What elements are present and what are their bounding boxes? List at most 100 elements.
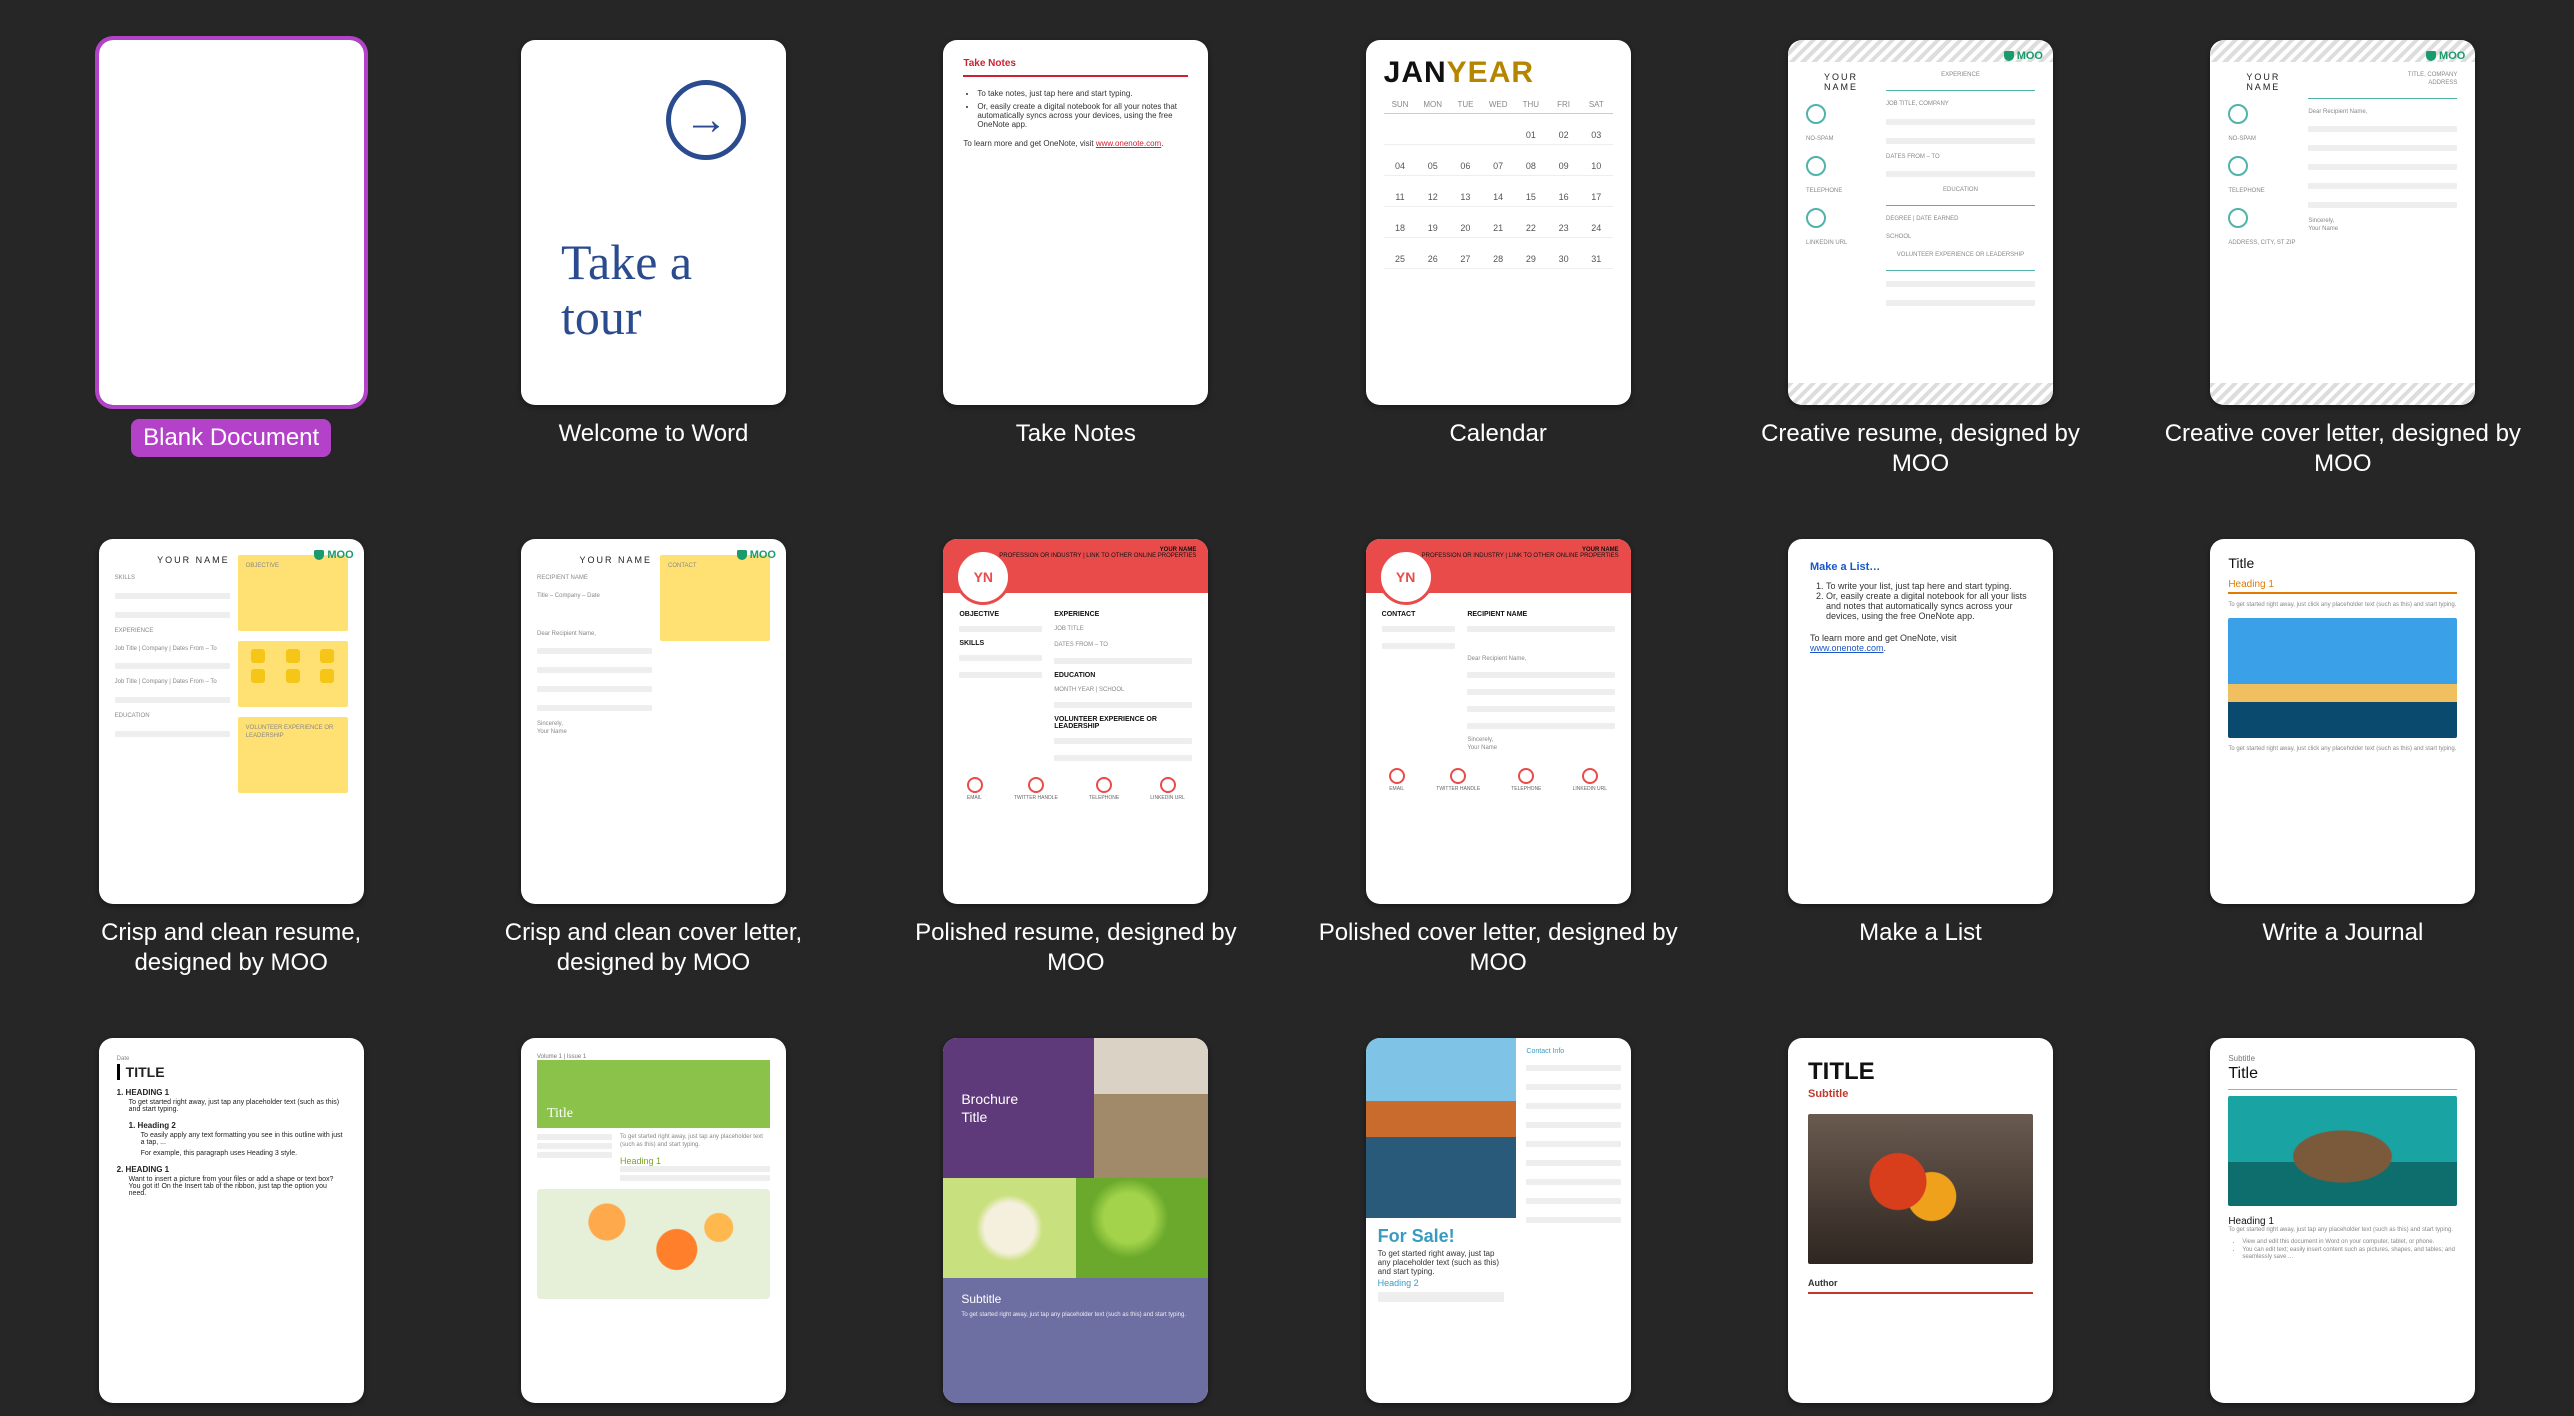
template-label: Blank Document: [131, 419, 331, 457]
flyer-image: [1366, 1038, 1517, 1218]
calendar-day: [1416, 126, 1449, 145]
calendar-dow: MON: [1416, 100, 1449, 114]
template-label: Polished resume, designed by MOO: [896, 918, 1256, 978]
template-label: Take Notes: [1016, 419, 1136, 449]
calendar-year: YEAR: [1447, 56, 1534, 89]
moo-logo-icon: MOO: [2004, 50, 2043, 62]
template-paper-cover-toc[interactable]: TITLE Subtitle Author Paper with Cover a…: [1720, 1038, 2120, 1416]
template-thumb: MOO YOUR NAME NO-SPAM TELEPHONE ADDRESS,…: [2210, 40, 2475, 405]
template-thumb: Date TITLE 1. HEADING 1 To get started r…: [99, 1038, 364, 1403]
arrow-right-icon: →: [666, 80, 746, 160]
onenote-link: www.onenote.com: [1810, 643, 1884, 653]
template-blank-document[interactable]: Blank Document: [31, 40, 431, 479]
template-write-a-journal[interactable]: Title Heading 1 To get started right awa…: [2143, 539, 2543, 978]
template-crisp-resume-moo[interactable]: MOO YOUR NAME SKILLS EXPERIENCE Job Titl…: [31, 539, 431, 978]
template-polished-cover-moo[interactable]: MOO YN YOUR NAME PROFESSION OR INDUSTRY …: [1298, 539, 1698, 978]
template-gallery: Blank Document → Take atour Welcome to W…: [0, 0, 2574, 1416]
calendar-day: 15: [1515, 188, 1548, 207]
template-label: Welcome to Word: [559, 419, 749, 449]
calendar-day: 11: [1384, 188, 1417, 207]
template-newsletter[interactable]: Volume 1 | Issue 1 Title To get started …: [453, 1038, 853, 1416]
brochure-image: [1076, 1178, 1209, 1278]
calendar-day: 06: [1449, 157, 1482, 176]
template-make-a-list[interactable]: Make a List… To write your list, just ta…: [1720, 539, 2120, 978]
template-polished-resume-moo[interactable]: MOO YN YOUR NAME PROFESSION OR INDUSTRY …: [876, 539, 1276, 978]
calendar-day: 01: [1515, 126, 1548, 145]
template-thumb: JANYEAR SUNMONTUEWEDTHUFRISAT01020304050…: [1366, 40, 1631, 405]
papercover-image: [1808, 1114, 2033, 1264]
calendar-day: [1482, 126, 1515, 145]
template-thumb: For Sale! To get started right away, jus…: [1366, 1038, 1631, 1403]
calendar-dow: TUE: [1449, 100, 1482, 114]
template-flyer[interactable]: For Sale! To get started right away, jus…: [1298, 1038, 1698, 1416]
calendar-day: [1449, 126, 1482, 145]
calendar-day: 19: [1416, 219, 1449, 238]
calendar-day: 25: [1384, 250, 1417, 269]
template-create-an-outline[interactable]: Date TITLE 1. HEADING 1 To get started r…: [31, 1038, 431, 1416]
calendar-grid: SUNMONTUEWEDTHUFRISAT0102030405060708091…: [1384, 100, 1613, 269]
calendar-day: 10: [1580, 157, 1613, 176]
template-label: Polished cover letter, designed by MOO: [1318, 918, 1678, 978]
takenotes-bullet: To take notes, just tap here and start t…: [977, 89, 1188, 98]
brochure-image: [943, 1178, 1076, 1278]
template-thumb: Brochure Title Subtitle To get started r…: [943, 1038, 1208, 1403]
template-label: Crisp and clean cover letter, designed b…: [473, 918, 833, 978]
template-thumb: Volume 1 | Issue 1 Title To get started …: [521, 1038, 786, 1403]
template-label: Creative resume, designed by MOO: [1740, 419, 2100, 479]
template-thumb: [99, 40, 364, 405]
calendar-day: 08: [1515, 157, 1548, 176]
calendar-month: JAN: [1384, 56, 1447, 89]
calendar-day: 29: [1515, 250, 1548, 269]
template-thumb: MOO YN YOUR NAME PROFESSION OR INDUSTRY …: [1366, 539, 1631, 904]
calendar-day: 12: [1416, 188, 1449, 207]
template-label: Creative cover letter, designed by MOO: [2163, 419, 2523, 479]
calendar-day: 30: [1547, 250, 1580, 269]
calendar-day: 07: [1482, 157, 1515, 176]
template-thumb: MOO YOUR NAME RECIPIENT NAME Title – Com…: [521, 539, 786, 904]
template-label: Make a List: [1859, 918, 1982, 948]
calendar-dow: THU: [1515, 100, 1548, 114]
calendar-dow: FRI: [1547, 100, 1580, 114]
template-thumb: Title Heading 1 To get started right awa…: [2210, 539, 2475, 904]
moo-logo-icon: MOO: [737, 549, 776, 561]
template-thumb: TITLE Subtitle Author: [1788, 1038, 2053, 1403]
calendar-day: 27: [1449, 250, 1482, 269]
template-calendar[interactable]: JANYEAR SUNMONTUEWEDTHUFRISAT01020304050…: [1298, 40, 1698, 479]
template-welcome-to-word[interactable]: → Take atour Welcome to Word: [453, 40, 853, 479]
calendar-day: 20: [1449, 219, 1482, 238]
calendar-day: 21: [1482, 219, 1515, 238]
makelist-heading: Make a List…: [1810, 561, 2031, 573]
template-thumb: Make a List… To write your list, just ta…: [1788, 539, 2053, 904]
calendar-day: 24: [1580, 219, 1613, 238]
template-research-paper[interactable]: Subtitle Title Heading 1 To get started …: [2143, 1038, 2543, 1416]
calendar-dow: WED: [1482, 100, 1515, 114]
template-brochure[interactable]: Brochure Title Subtitle To get started r…: [876, 1038, 1276, 1416]
template-thumb: MOO YOUR NAME NO-SPAM TELEPHONE LINKEDIN…: [1788, 40, 2053, 405]
template-thumb: → Take atour: [521, 40, 786, 405]
calendar-day: 23: [1547, 219, 1580, 238]
template-label: Write a Journal: [2262, 918, 2423, 948]
template-take-notes[interactable]: Take Notes To take notes, just tap here …: [876, 40, 1276, 479]
newsletter-image: [537, 1189, 770, 1299]
calendar-day: 17: [1580, 188, 1613, 207]
calendar-day: 13: [1449, 188, 1482, 207]
template-crisp-cover-moo[interactable]: MOO YOUR NAME RECIPIENT NAME Title – Com…: [453, 539, 853, 978]
template-creative-cover-moo[interactable]: MOO YOUR NAME NO-SPAM TELEPHONE ADDRESS,…: [2143, 40, 2543, 479]
calendar-day: 14: [1482, 188, 1515, 207]
calendar-day: 26: [1416, 250, 1449, 269]
calendar-day: 28: [1482, 250, 1515, 269]
template-thumb: MOO YN YOUR NAME PROFESSION OR INDUSTRY …: [943, 539, 1208, 904]
calendar-dow: SUN: [1384, 100, 1417, 114]
calendar-day: [1384, 126, 1417, 145]
calendar-day: 04: [1384, 157, 1417, 176]
calendar-day: 16: [1547, 188, 1580, 207]
template-creative-resume-moo[interactable]: MOO YOUR NAME NO-SPAM TELEPHONE LINKEDIN…: [1720, 40, 2120, 479]
calendar-dow: SAT: [1580, 100, 1613, 114]
calendar-day: 05: [1416, 157, 1449, 176]
research-image: [2228, 1096, 2457, 1206]
calendar-day: 22: [1515, 219, 1548, 238]
calendar-day: 03: [1580, 126, 1613, 145]
onenote-link: www.onenote.com: [1096, 139, 1161, 148]
calendar-day: 31: [1580, 250, 1613, 269]
template-thumb: MOO YOUR NAME SKILLS EXPERIENCE Job Titl…: [99, 539, 364, 904]
